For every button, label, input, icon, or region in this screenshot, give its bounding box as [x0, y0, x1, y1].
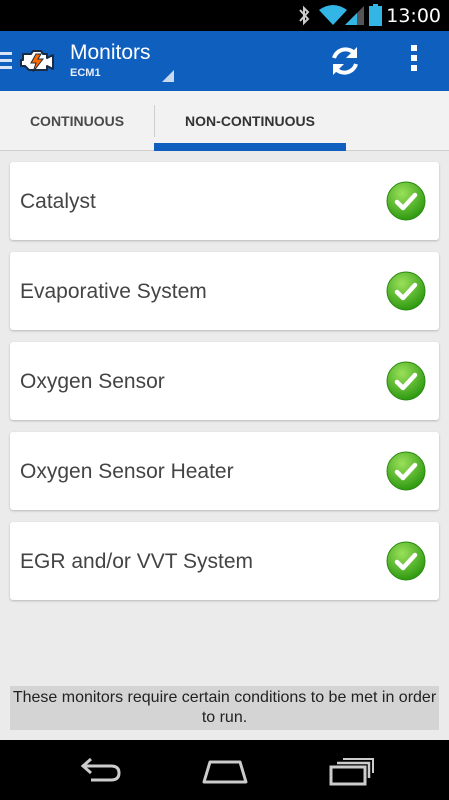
monitor-item-catalyst[interactable]: Catalyst	[10, 162, 439, 240]
recent-apps-icon[interactable]	[328, 756, 374, 786]
tab-selected-indicator	[154, 143, 346, 151]
page-title: Monitors	[70, 41, 151, 64]
monitor-item-evaporative-system[interactable]: Evaporative System	[10, 252, 439, 330]
tab-non-continuous[interactable]: NON-CONTINUOUS	[154, 91, 346, 151]
monitor-item-oxygen-sensor-heater[interactable]: Oxygen Sensor Heater	[10, 432, 439, 510]
check-complete-icon	[386, 271, 426, 311]
monitor-label: Oxygen Sensor	[20, 370, 165, 393]
status-time: 13:00	[386, 5, 441, 27]
tab-label: CONTINUOUS	[29, 113, 125, 129]
action-bar: Monitors ECM1	[0, 31, 449, 91]
home-icon[interactable]	[200, 756, 250, 786]
engine-check-icon[interactable]	[17, 44, 57, 78]
monitor-label: Evaporative System	[20, 280, 207, 303]
navigation-bar	[0, 740, 449, 800]
status-bar: 13:00	[0, 0, 449, 31]
tab-bar: CONTINUOUS NON-CONTINUOUS	[0, 91, 449, 151]
monitor-label: EGR and/or VVT System	[20, 550, 254, 573]
wifi-icon	[319, 5, 347, 25]
signal-icon	[345, 6, 364, 25]
check-complete-icon	[386, 541, 426, 581]
battery-icon	[369, 4, 382, 26]
check-complete-icon	[386, 451, 426, 491]
bluetooth-icon	[299, 5, 310, 26]
tab-label: NON-CONTINUOUS	[185, 113, 315, 129]
check-complete-icon	[386, 361, 426, 401]
overflow-menu-icon[interactable]	[404, 45, 424, 77]
monitor-item-egr-vvt-system[interactable]: EGR and/or VVT System	[10, 522, 439, 600]
tab-continuous[interactable]: CONTINUOUS	[0, 91, 154, 151]
info-note: These monitors require certain condition…	[10, 686, 439, 730]
refresh-icon[interactable]	[326, 42, 364, 80]
title-spinner[interactable]: Monitors ECM1	[70, 40, 178, 86]
monitor-label: Oxygen Sensor Heater	[20, 460, 234, 483]
monitor-item-oxygen-sensor[interactable]: Oxygen Sensor	[10, 342, 439, 420]
drawer-menu-icon[interactable]	[0, 52, 12, 70]
spinner-indicator-icon	[162, 70, 174, 82]
check-complete-icon	[386, 181, 426, 221]
back-icon[interactable]	[77, 756, 123, 786]
monitor-label: Catalyst	[20, 190, 96, 213]
